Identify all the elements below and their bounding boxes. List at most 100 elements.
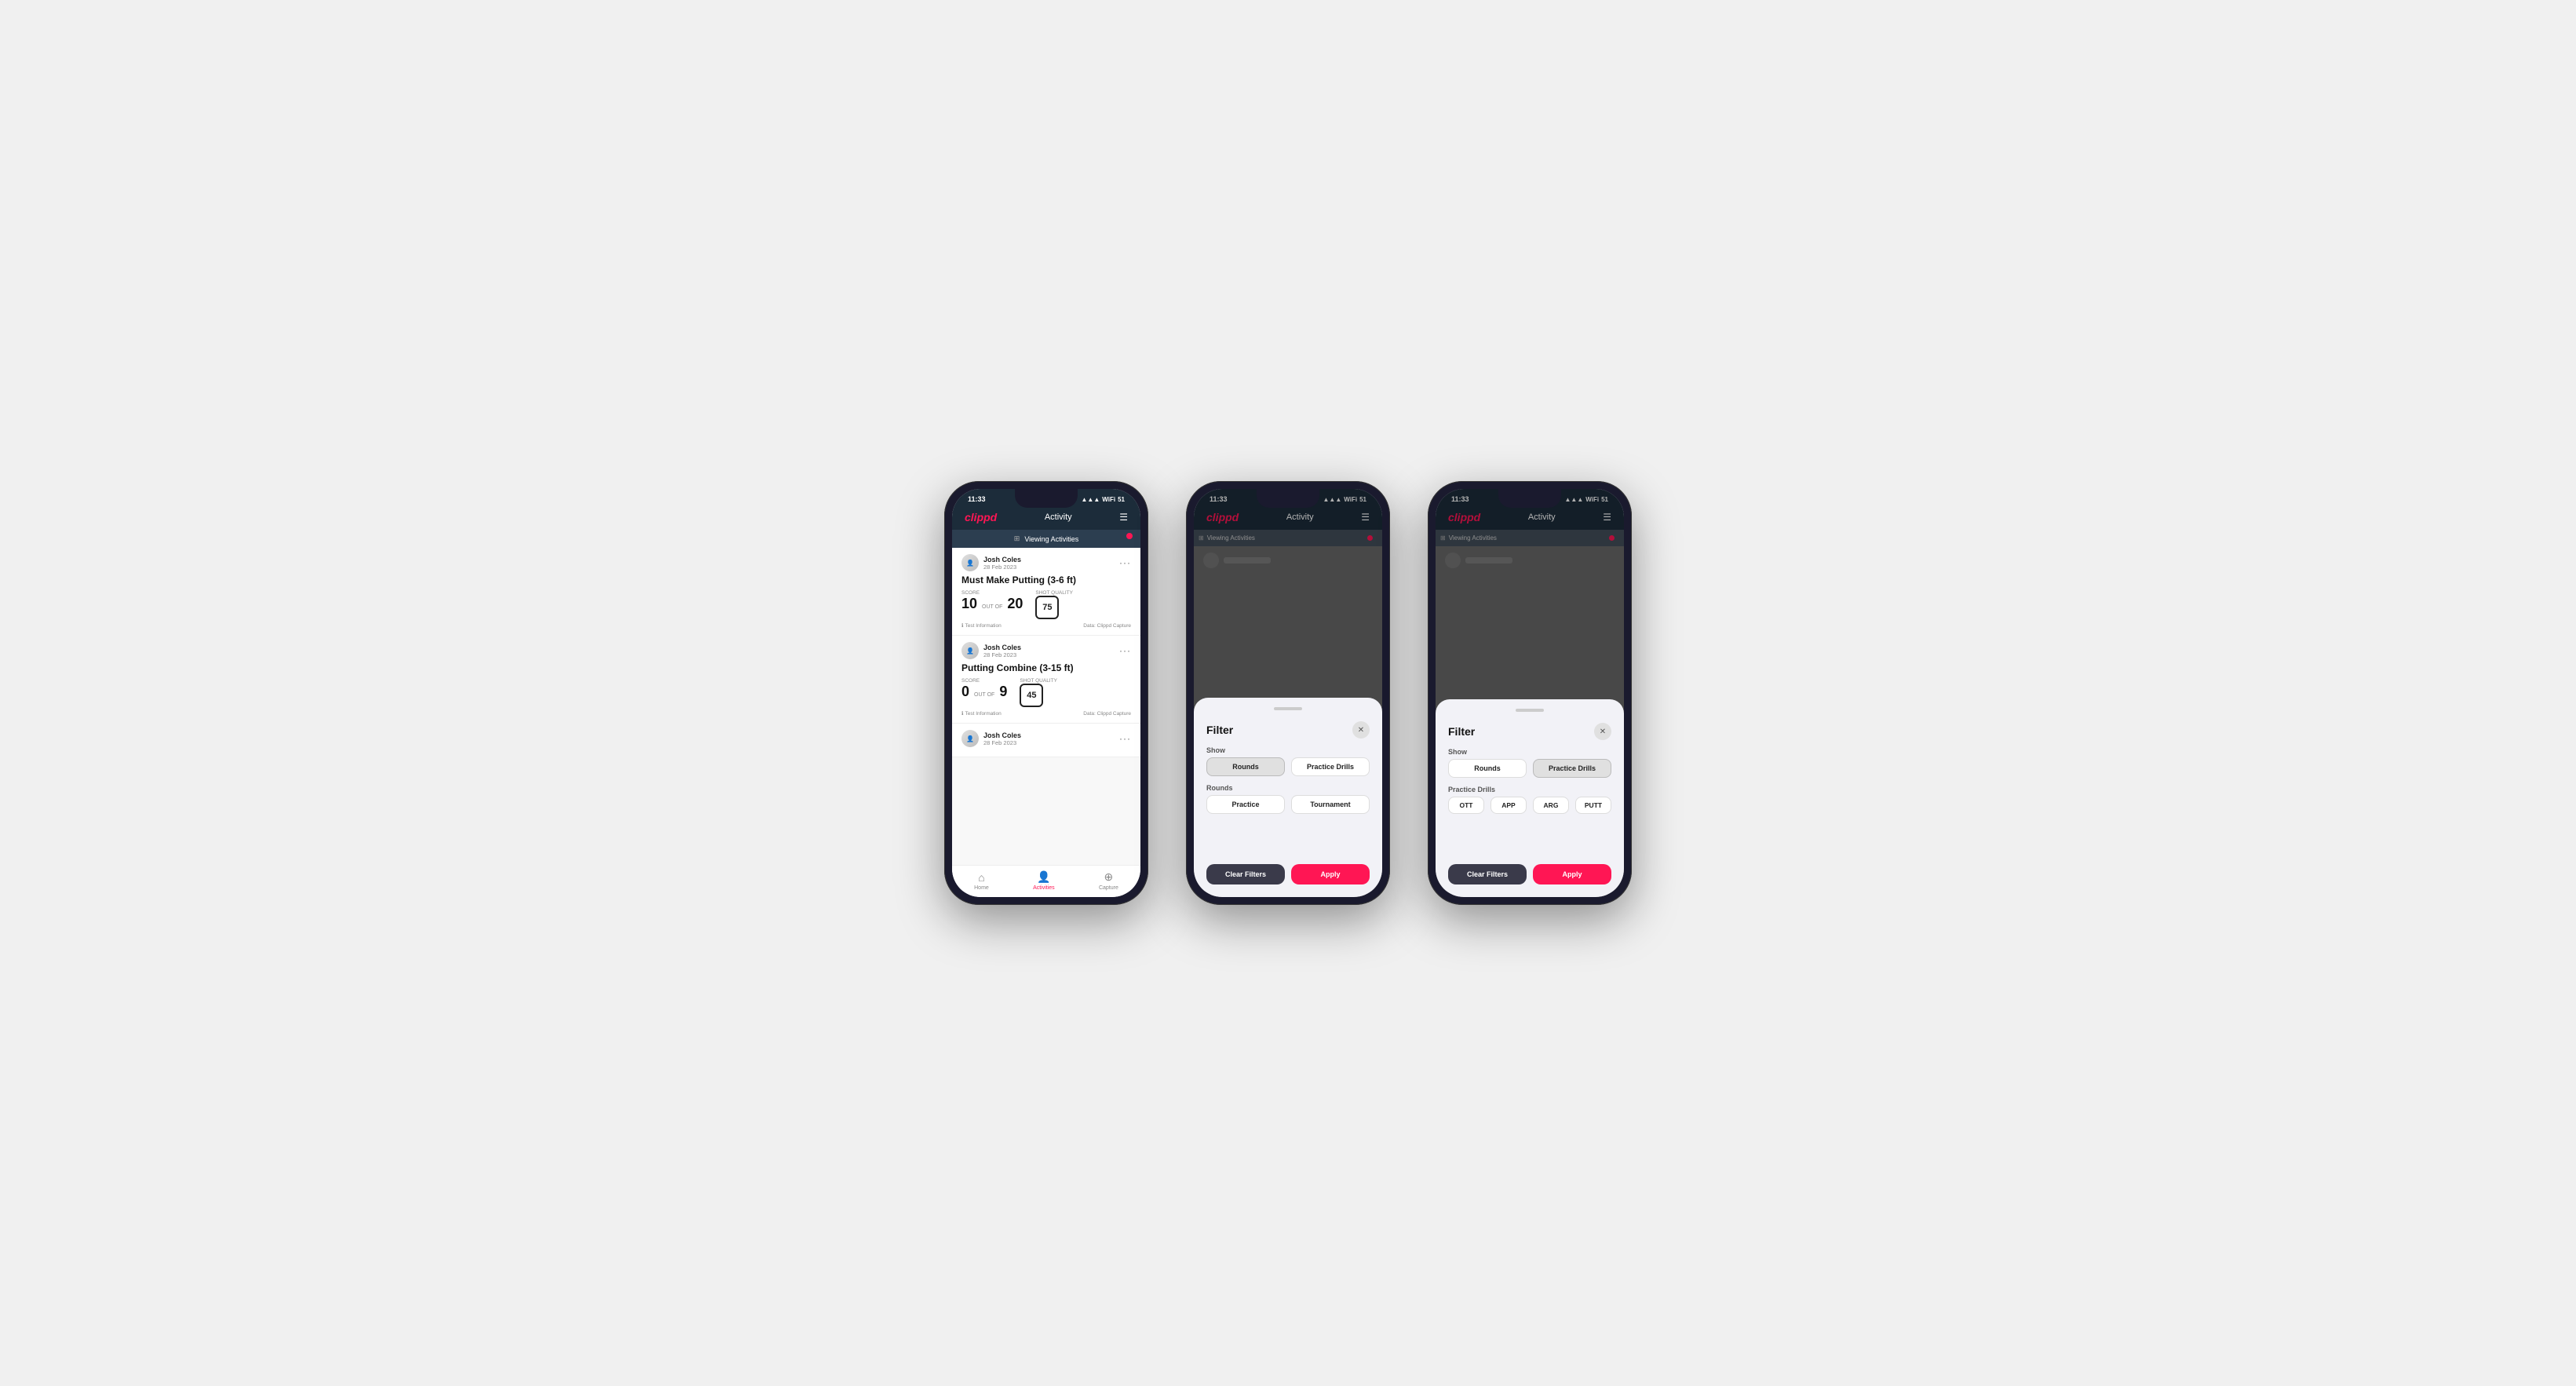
sq-label-1: Shot Quality — [1035, 590, 1073, 596]
card-footer-1: ℹ Test Information Data: Clippd Capture — [961, 622, 1131, 629]
phone-3: 11:33 ▲▲▲ WiFi 51 clippd Activity ☰ ⊞ Vi… — [1428, 481, 1632, 905]
nav-capture[interactable]: ⊕ Capture — [1099, 870, 1118, 891]
activity-title-1: Must Make Putting (3-6 ft) — [961, 574, 1131, 585]
stats-row-1: Score 10 OUT OF 20 Shot Quality 75 — [961, 590, 1131, 619]
ott-btn-3[interactable]: OTT — [1448, 797, 1484, 814]
more-options-1[interactable]: ··· — [1119, 557, 1131, 568]
user-details-2: Josh Coles 28 Feb 2023 — [983, 644, 1021, 658]
score-group-1: Score 10 OUT OF 20 — [961, 590, 1023, 612]
content-area: 👤 Josh Coles 28 Feb 2023 ··· Must Make P… — [952, 548, 1140, 865]
drills-buttons-3: OTT APP ARG PUTT — [1448, 797, 1611, 814]
sq-badge-2: 45 — [1020, 684, 1043, 707]
data-source-2: Data: Clippd Capture — [1083, 711, 1131, 717]
nav-activities-label: Activities — [1033, 885, 1055, 891]
viewing-activities-bar[interactable]: ⊞ Viewing Activities — [952, 530, 1140, 548]
filter-show-section-3: Show Rounds Practice Drills — [1448, 748, 1611, 778]
filter-title-2: Filter — [1206, 724, 1233, 736]
card-footer-2: ℹ Test Information Data: Clippd Capture — [961, 710, 1131, 717]
filter-show-section-2: Show Rounds Practice Drills — [1206, 746, 1370, 776]
sq-label-2: Shot Quality — [1020, 678, 1057, 684]
filter-sheet-3: Filter ✕ Show Rounds Practice Drills Pra… — [1436, 699, 1624, 897]
activity-card-1: 👤 Josh Coles 28 Feb 2023 ··· Must Make P… — [952, 548, 1140, 636]
drag-handle-2 — [1274, 707, 1302, 710]
filter-spacer-3 — [1448, 822, 1611, 853]
hamburger-icon[interactable]: ☰ — [1119, 512, 1128, 523]
score-inline-2: 0 OUT OF 9 — [961, 684, 1007, 700]
activity-card-3: 👤 Josh Coles 28 Feb 2023 ··· — [952, 724, 1140, 757]
dimmed-area-3: ⊞ Viewing Activities Filter — [1436, 530, 1624, 897]
viewing-bar-text: Viewing Activities — [1024, 535, 1078, 543]
avatar-img-1: 👤 — [961, 554, 979, 571]
filter-spacer-2 — [1206, 822, 1370, 853]
rounds-buttons-2: Practice Tournament — [1206, 795, 1370, 814]
show-label-2: Show — [1206, 746, 1370, 754]
nav-home[interactable]: ⌂ Home — [974, 871, 989, 891]
nav-capture-label: Capture — [1099, 885, 1118, 891]
filter-sheet-2: Filter ✕ Show Rounds Practice Drills Rou… — [1194, 698, 1382, 897]
logo: clippd — [965, 511, 997, 523]
scene: 11:33 ▲▲▲ WiFi 51 clippd Activity ☰ ⊞ Vi… — [913, 434, 1663, 952]
phone-2: 11:33 ▲▲▲ WiFi 51 clippd Activity ☰ ⊞ Vi… — [1186, 481, 1390, 905]
apply-btn-3[interactable]: Apply — [1533, 864, 1611, 884]
notch — [1015, 489, 1078, 508]
avatar-img-2: 👤 — [961, 642, 979, 659]
phone-screen-2: 11:33 ▲▲▲ WiFi 51 clippd Activity ☰ ⊞ Vi… — [1194, 489, 1382, 897]
out-of-2: OUT OF — [974, 692, 994, 698]
time: 11:33 — [968, 495, 986, 503]
filter-header-3: Filter ✕ — [1448, 723, 1611, 740]
filter-overlay-3: Filter ✕ Show Rounds Practice Drills Pra… — [1436, 489, 1624, 897]
more-options-3[interactable]: ··· — [1119, 733, 1131, 744]
more-options-2[interactable]: ··· — [1119, 645, 1131, 656]
score-label-2: Score — [961, 678, 1007, 684]
filter-icon: ⊞ — [1014, 534, 1020, 543]
notification-dot — [1126, 533, 1133, 539]
app-header: clippd Activity ☰ — [952, 506, 1140, 530]
filter-actions-2: Clear Filters Apply — [1206, 864, 1370, 884]
rounds-label-2: Rounds — [1206, 784, 1370, 792]
app-btn-3[interactable]: APP — [1491, 797, 1527, 814]
arg-btn-3[interactable]: ARG — [1533, 797, 1569, 814]
header-title: Activity — [1045, 512, 1072, 522]
putt-btn-3[interactable]: PUTT — [1575, 797, 1611, 814]
user-name-2: Josh Coles — [983, 644, 1021, 651]
user-details-3: Josh Coles 28 Feb 2023 — [983, 731, 1021, 746]
show-label-3: Show — [1448, 748, 1611, 756]
dimmed-area-2: ⊞ Viewing Activities Filter — [1194, 530, 1382, 897]
drills-label-3: Practice Drills — [1448, 786, 1611, 793]
user-info-2: 👤 Josh Coles 28 Feb 2023 — [961, 642, 1021, 659]
apply-btn-2[interactable]: Apply — [1291, 864, 1370, 884]
score-inline-1: 10 OUT OF 20 — [961, 596, 1023, 612]
practice-drills-btn-3[interactable]: Practice Drills — [1533, 759, 1611, 778]
filter-close-2[interactable]: ✕ — [1352, 721, 1370, 739]
nav-home-label: Home — [974, 885, 989, 891]
status-icons: ▲▲▲ WiFi 51 — [1082, 496, 1125, 503]
filter-overlay-2: Filter ✕ Show Rounds Practice Drills Rou… — [1194, 489, 1382, 897]
avatar-img-3: 👤 — [961, 730, 979, 747]
practice-round-btn-2[interactable]: Practice — [1206, 795, 1285, 814]
user-details-1: Josh Coles 28 Feb 2023 — [983, 556, 1021, 571]
shots-value-2: 9 — [999, 684, 1007, 700]
test-info-1: ℹ Test Information — [961, 622, 1002, 629]
tournament-btn-2[interactable]: Tournament — [1291, 795, 1370, 814]
avatar-1: 👤 — [961, 554, 979, 571]
home-icon: ⌂ — [978, 871, 984, 884]
avatar-2: 👤 — [961, 642, 979, 659]
capture-icon: ⊕ — [1104, 870, 1114, 884]
out-of-1: OUT OF — [982, 604, 1002, 610]
clear-filters-btn-3[interactable]: Clear Filters — [1448, 864, 1527, 884]
rounds-btn-2[interactable]: Rounds — [1206, 757, 1285, 776]
card-header-1: 👤 Josh Coles 28 Feb 2023 ··· — [961, 554, 1131, 571]
rounds-btn-3[interactable]: Rounds — [1448, 759, 1527, 778]
data-source-1: Data: Clippd Capture — [1083, 623, 1131, 629]
filter-rounds-section-2: Rounds Practice Tournament — [1206, 784, 1370, 814]
nav-activities[interactable]: 👤 Activities — [1033, 870, 1055, 891]
filter-close-3[interactable]: ✕ — [1594, 723, 1611, 740]
practice-drills-btn-2[interactable]: Practice Drills — [1291, 757, 1370, 776]
phone-1: 11:33 ▲▲▲ WiFi 51 clippd Activity ☰ ⊞ Vi… — [944, 481, 1148, 905]
show-buttons-2: Rounds Practice Drills — [1206, 757, 1370, 776]
user-info-1: 👤 Josh Coles 28 Feb 2023 — [961, 554, 1021, 571]
clear-filters-btn-2[interactable]: Clear Filters — [1206, 864, 1285, 884]
avatar-3: 👤 — [961, 730, 979, 747]
show-buttons-3: Rounds Practice Drills — [1448, 759, 1611, 778]
activities-icon: 👤 — [1037, 870, 1050, 884]
